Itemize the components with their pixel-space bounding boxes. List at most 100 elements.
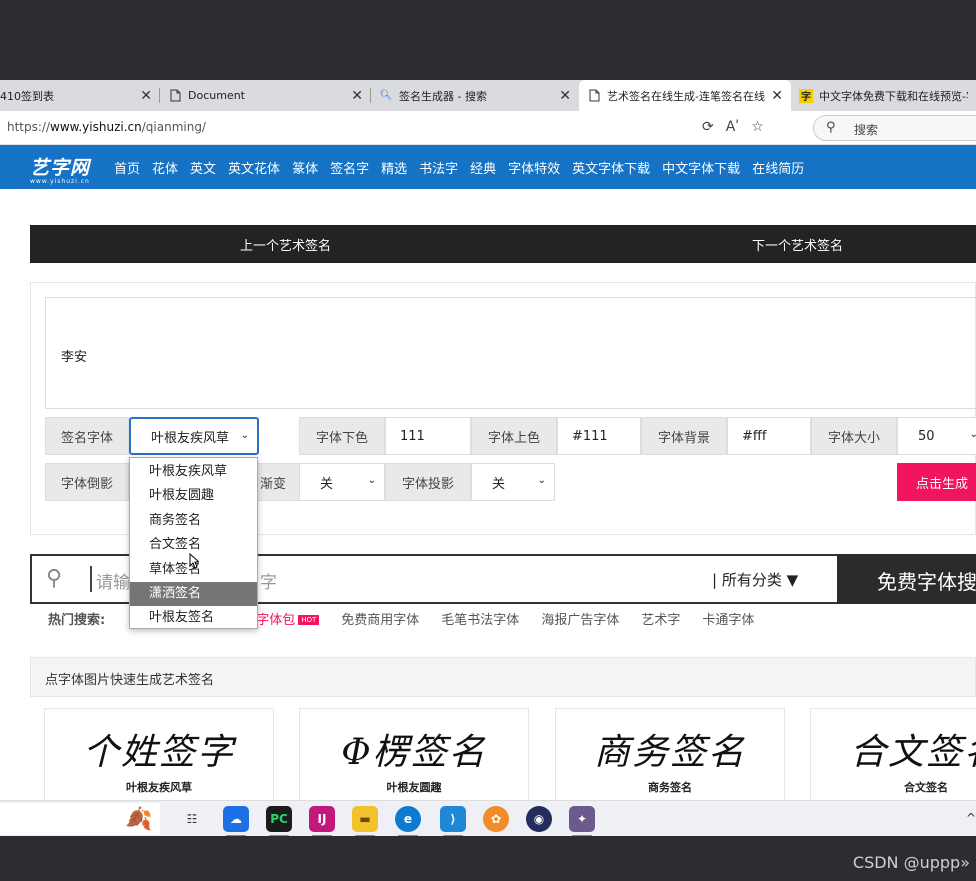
tab-search[interactable]: 🔍︎ 签名生成器 - 搜索 ✕ xyxy=(371,80,579,111)
lower-color-input[interactable]: 111 xyxy=(385,417,471,455)
close-icon[interactable]: ✕ xyxy=(559,88,571,104)
nav-link[interactable]: 英文 xyxy=(190,158,216,177)
browser-search-box[interactable]: ⚲ 搜索 xyxy=(813,115,976,141)
signature-card[interactable]: Φ楞签名 叶根友圆趣 xyxy=(299,708,529,800)
shadow-label: 字体投影 xyxy=(385,463,471,501)
weather-widget-icon[interactable]: 🍂 xyxy=(117,804,161,834)
url-domain: www.yishuzi.cn xyxy=(50,120,142,134)
next-signature-link[interactable]: 下一个艺术签名 xyxy=(752,235,843,254)
app-icon[interactable]: ✿ xyxy=(483,806,509,832)
hot-search-link[interactable]: 海报广告字体 xyxy=(541,609,619,628)
signature-card[interactable]: 个姓签字 叶根友疾风草 xyxy=(44,708,274,800)
gradient-label: 渐变 xyxy=(257,463,301,501)
pycharm-icon[interactable]: PC xyxy=(266,806,292,837)
prev-next-bar: 上一个艺术签名 下一个艺术签名 xyxy=(30,225,976,263)
nav-link[interactable]: 中文字体下载 xyxy=(662,158,740,177)
signature-card-name: 合文签名 xyxy=(904,781,948,794)
nav-link[interactable]: 经典 xyxy=(470,158,496,177)
tab-label: 签名生成器 - 搜索 xyxy=(399,89,487,103)
hot-badge: HOT xyxy=(298,615,320,625)
hot-search-link[interactable]: 毛笔书法字体 xyxy=(441,609,519,628)
nav-links: 首页 花体 英文 英文花体 篆体 签名字 精选 书法字 经典 字体特效 英文字体… xyxy=(114,158,804,177)
dropdown-option[interactable]: 商务签名 xyxy=(130,509,257,533)
app-icon[interactable]: ☁ xyxy=(223,806,249,837)
page-icon xyxy=(168,89,182,103)
nav-link[interactable]: 签名字 xyxy=(330,158,369,177)
watermark: CSDN @uppp» xyxy=(852,853,970,872)
favorite-star-icon[interactable]: ☆ xyxy=(751,119,764,135)
web-page: 艺字网 www.yishuzi.cn 首页 花体 英文 英文花体 篆体 签名字 … xyxy=(0,145,976,800)
tab-art-signature[interactable]: 艺术签名在线生成-连笔签名在线生 ✕ xyxy=(579,80,791,111)
chevron-down-icon: ⌄ xyxy=(969,429,976,440)
signature-preview: Φ楞签名 xyxy=(341,732,487,773)
font-search-input[interactable]: 请输 xyxy=(96,568,130,593)
signature-card-name: 叶根友疾风草 xyxy=(126,781,192,794)
dropdown-option[interactable]: 叶根友圆趣 xyxy=(130,484,257,508)
close-icon[interactable]: ✕ xyxy=(771,88,783,104)
edge-icon[interactable]: e xyxy=(395,806,421,837)
name-textarea[interactable]: 李安 xyxy=(45,297,976,409)
gradient-select[interactable]: 关 ⌄ xyxy=(299,463,385,501)
prev-signature-link[interactable]: 上一个艺术签名 xyxy=(240,235,331,254)
nav-link[interactable]: 花体 xyxy=(152,158,178,177)
nav-link[interactable]: 字体特效 xyxy=(508,158,560,177)
hot-search-link[interactable]: 艺术字 xyxy=(641,609,680,628)
logo-text: 艺字网 xyxy=(30,157,91,179)
size-select[interactable]: 50 ⌄ xyxy=(897,417,976,455)
category-select[interactable]: | 所有分类 ▼ xyxy=(712,569,798,590)
url-field[interactable]: https://www.yishuzi.cn/qianming/ xyxy=(7,120,206,134)
font-select[interactable]: 叶根友疾风草 ⌄ xyxy=(129,417,259,455)
app-icon[interactable]: ✦ xyxy=(569,806,595,837)
nav-link[interactable]: 英文花体 xyxy=(228,158,280,177)
task-view-icon[interactable]: ☷ xyxy=(179,806,205,832)
signature-card-name: 商务签名 xyxy=(648,781,692,794)
tab-label: Document xyxy=(188,89,245,102)
dropdown-option-highlighted[interactable]: 潇洒签名 xyxy=(130,581,257,607)
shadow-select[interactable]: 关 ⌄ xyxy=(471,463,555,501)
logo-subtext: www.yishuzi.cn xyxy=(30,178,90,185)
chevron-up-icon[interactable]: ^ xyxy=(966,811,976,825)
browser-tab-bar: 410签到表 ✕ Document ✕ 🔍︎ 签名生成器 - 搜索 ✕ 艺术签名… xyxy=(0,80,976,111)
shadow-select-value: 关 xyxy=(492,476,506,492)
file-explorer-icon[interactable]: ▬ xyxy=(352,806,378,837)
font-search-button[interactable]: 免费字体搜 xyxy=(837,554,976,604)
page-icon xyxy=(587,89,601,103)
signature-card[interactable]: 商务签名 商务签名 xyxy=(555,708,785,800)
chevron-down-icon: ⌄ xyxy=(367,475,376,486)
signature-card-name: 叶根友圆趣 xyxy=(386,781,442,794)
close-icon[interactable]: ✕ xyxy=(351,88,363,104)
generate-button[interactable]: 点击生成 xyxy=(897,463,976,501)
site-logo[interactable]: 艺字网 www.yishuzi.cn xyxy=(30,153,90,185)
background-input[interactable]: #fff xyxy=(727,417,811,455)
bottom-dark-area: CSDN @uppp» xyxy=(0,836,976,881)
dropdown-option[interactable]: 叶根友疾风草 xyxy=(130,460,257,484)
tab-document[interactable]: Document ✕ xyxy=(160,80,371,111)
nav-link[interactable]: 书法字 xyxy=(419,158,458,177)
vscode-icon[interactable]: ⟩ xyxy=(440,806,466,837)
mouse-cursor-icon xyxy=(189,553,199,569)
nav-link[interactable]: 英文字体下载 xyxy=(572,158,650,177)
signature-card[interactable]: 合文签名 合文签名 xyxy=(810,708,976,800)
hot-search-link[interactable]: 免费商用字体 xyxy=(341,609,419,628)
close-icon[interactable]: ✕ xyxy=(140,88,152,104)
window-top-area xyxy=(0,0,976,80)
read-aloud-icon[interactable]: Aʹ xyxy=(726,119,739,135)
search-icon: 🔍︎ xyxy=(379,90,393,101)
tab-sign-in-sheet[interactable]: 410签到表 ✕ xyxy=(0,80,160,111)
upper-color-input[interactable]: #111 xyxy=(557,417,641,455)
chevron-down-icon: ⌄ xyxy=(240,430,249,441)
hot-search-link[interactable]: 卡通字体 xyxy=(702,609,754,628)
nav-link[interactable]: 在线简历 xyxy=(752,158,804,177)
name-value: 李安 xyxy=(61,350,88,365)
font-select-value: 叶根友疾风草 xyxy=(151,430,230,446)
eclipse-icon[interactable]: ◉ xyxy=(526,806,552,832)
refresh-icon[interactable]: ⟳ xyxy=(702,119,714,135)
dropdown-option[interactable]: 叶根友签名 xyxy=(130,606,257,630)
taskbar: 🍂 ☷ ☁ PC IJ ▬ e ⟩ ✿ ◉ ✦ ^ xyxy=(0,800,976,837)
nav-link[interactable]: 首页 xyxy=(114,158,140,177)
nav-link[interactable]: 篆体 xyxy=(292,158,318,177)
tab-chinese-fonts[interactable]: 字 中文字体免费下载和在线预览-字 xyxy=(791,80,976,111)
size-select-value: 50 xyxy=(918,428,935,444)
nav-link[interactable]: 精选 xyxy=(381,158,407,177)
intellij-icon[interactable]: IJ xyxy=(309,806,335,837)
